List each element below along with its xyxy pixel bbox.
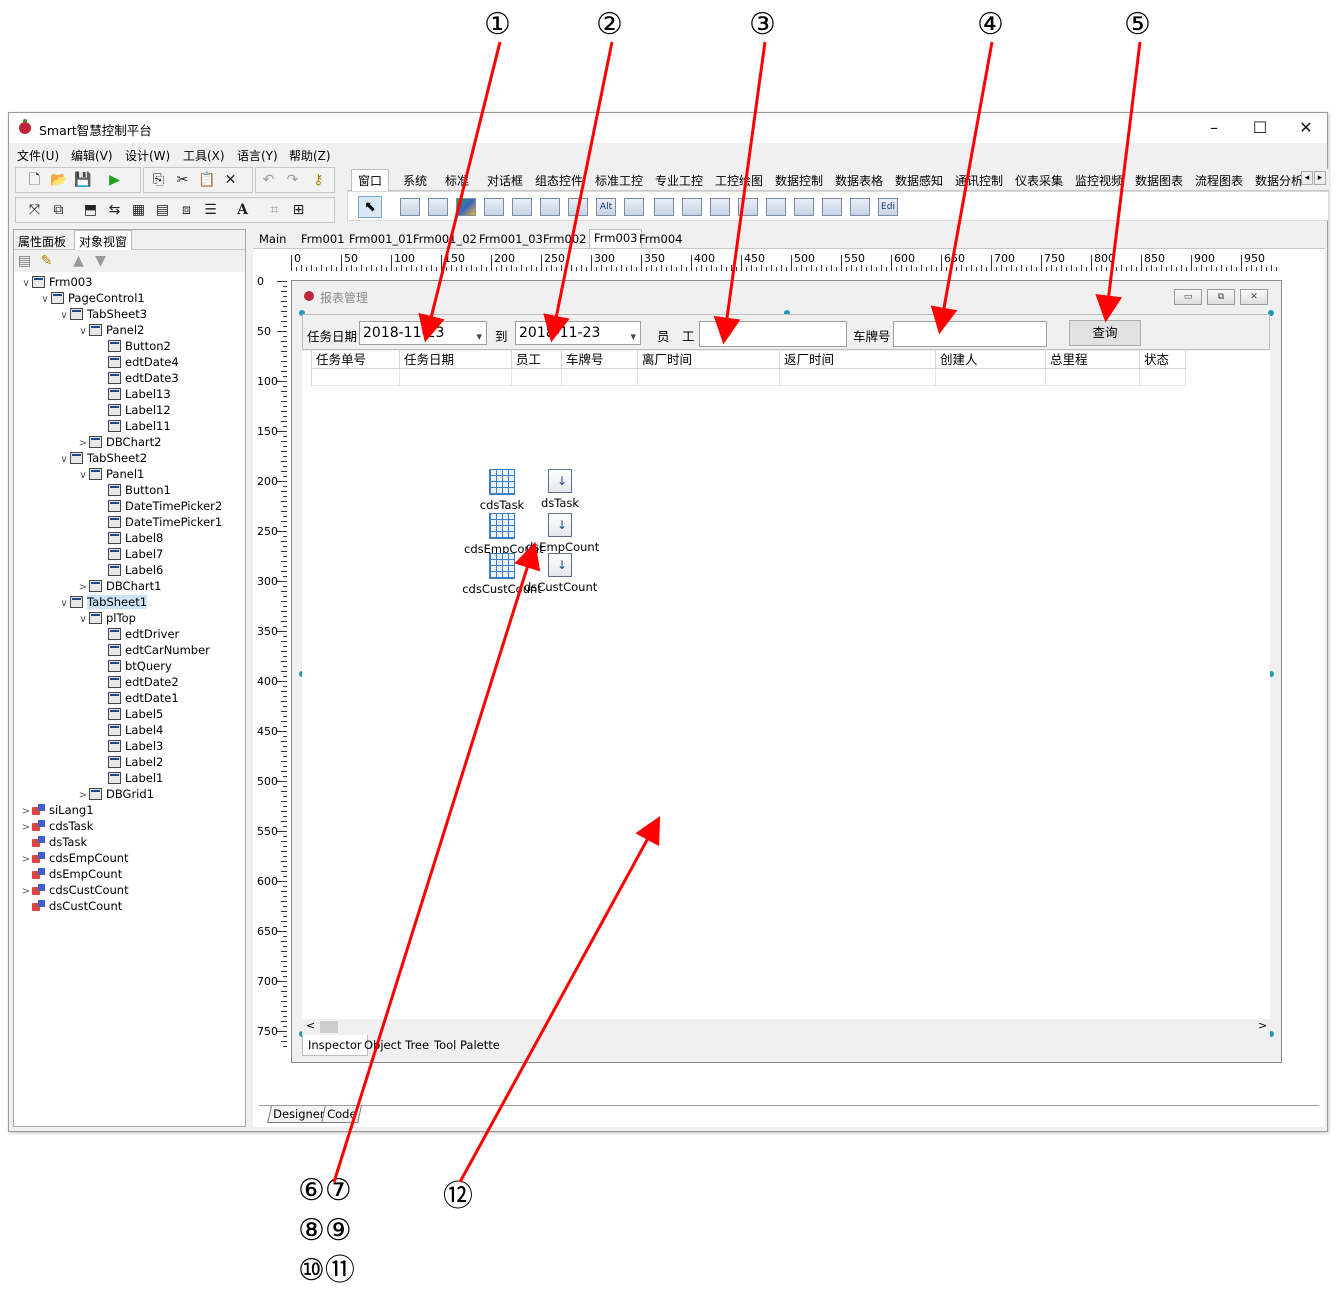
annotation-arrows xyxy=(332,41,1142,1183)
